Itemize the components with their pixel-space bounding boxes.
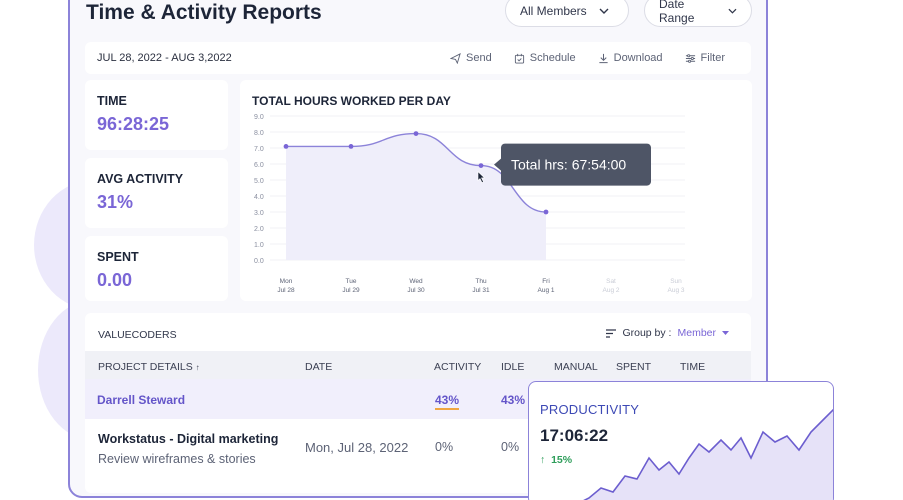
project-name: Workstatus - Digital marketing bbox=[98, 432, 279, 446]
group-by-label: Group by : bbox=[622, 327, 672, 339]
data-point bbox=[543, 209, 549, 215]
filter-label: Filter bbox=[700, 52, 725, 64]
spent-stat-value: 0.00 bbox=[97, 270, 133, 290]
members-dropdown[interactable]: All Members bbox=[505, 0, 629, 27]
y-tick-label: 6.0 bbox=[254, 162, 264, 169]
y-tick-label: 5.0 bbox=[254, 178, 264, 185]
productivity-sparkline bbox=[583, 408, 833, 500]
x-tick-date: Jul 29 bbox=[342, 287, 360, 294]
row-date: Mon, Jul 28, 2022 bbox=[305, 440, 409, 455]
calendar-icon bbox=[514, 53, 524, 64]
filter-button[interactable]: Filter bbox=[685, 52, 725, 64]
page-title: Time & Activity Reports bbox=[86, 1, 322, 24]
avg-activity-stat-value: 31% bbox=[97, 192, 134, 212]
time-stat-value: 96:28:25 bbox=[97, 114, 170, 134]
send-icon bbox=[450, 52, 461, 64]
tooltip-text: Total hrs: 67:54:00 bbox=[511, 157, 626, 173]
column-header-manual[interactable]: MANUAL bbox=[554, 361, 598, 373]
member-name[interactable]: Darrell Steward bbox=[97, 393, 185, 407]
x-tick-day: Mon bbox=[280, 278, 293, 285]
idle-value: 43% bbox=[501, 393, 526, 407]
y-tick-label: 8.0 bbox=[254, 130, 264, 137]
caret-down-icon bbox=[722, 330, 729, 335]
time-stat-card: TIME 96:28:25 bbox=[85, 80, 228, 150]
x-tick-date: Jul 28 bbox=[277, 287, 295, 294]
data-point bbox=[283, 144, 289, 149]
idle-value: 0% bbox=[501, 440, 520, 454]
table-header: PROJECT DETAILS ↑ DATE ACTIVITY IDLE MAN… bbox=[85, 351, 751, 379]
download-button[interactable]: Download bbox=[598, 52, 663, 64]
spent-stat-card: SPENT 0.00 bbox=[85, 236, 228, 301]
activity-value: 43% bbox=[435, 393, 460, 410]
y-tick-label: 3.0 bbox=[254, 210, 264, 217]
task-name: Review wireframes & stories bbox=[98, 452, 256, 466]
download-icon bbox=[599, 53, 608, 63]
chevron-down-icon bbox=[599, 8, 609, 14]
y-tick-label: 7.0 bbox=[254, 146, 264, 153]
x-tick-date: Jul 31 bbox=[472, 287, 490, 294]
y-tick-label: 0.0 bbox=[254, 258, 264, 265]
avg-activity-stat-label: AVG ACTIVITY bbox=[97, 172, 184, 186]
x-tick-date: Aug 1 bbox=[538, 287, 555, 294]
x-tick-day: Tue bbox=[346, 278, 357, 285]
group-by-value: Member bbox=[677, 327, 716, 339]
data-point bbox=[348, 144, 354, 149]
send-label: Send bbox=[466, 52, 492, 64]
chevron-down-icon bbox=[728, 8, 737, 14]
hours-line-chart: 9.0 8.0 7.0 6.0 5.0 4.0 3.0 2.0 1.0 0.0 Mon Jul 28 T… bbox=[254, 114, 685, 294]
report-toolbar: JUL 28, 2022 - AUG 3,2022 Send Schedule … bbox=[85, 42, 751, 74]
column-header-spent[interactable]: SPENT bbox=[616, 361, 651, 373]
members-dropdown-label: All Members bbox=[520, 3, 587, 18]
filter-icon bbox=[685, 53, 695, 63]
hours-chart-panel: TOTAL HOURS WORKED PER DAY 9.0 8.0 7.0 6.0 5… bbox=[240, 80, 752, 301]
x-tick-date: Aug 3 bbox=[668, 287, 685, 294]
spent-stat-label: SPENT bbox=[97, 250, 139, 264]
productivity-card: PRODUCTIVITY 17:06:22 ↑ 15% bbox=[528, 381, 834, 500]
column-header-idle[interactable]: IDLE bbox=[501, 361, 524, 373]
time-stat-label: TIME bbox=[97, 94, 127, 108]
date-range-dropdown[interactable]: Date Range bbox=[644, 0, 752, 27]
x-tick-day: Sun bbox=[670, 278, 682, 285]
y-tick-label: 9.0 bbox=[254, 114, 264, 121]
x-tick-day: Fri bbox=[542, 278, 550, 285]
x-tick-day: Sat bbox=[606, 278, 616, 285]
column-header-project[interactable]: PROJECT DETAILS ↑ bbox=[98, 361, 200, 373]
send-button[interactable]: Send bbox=[450, 52, 492, 64]
date-range-dropdown-label: Date Range bbox=[659, 0, 695, 25]
x-tick-date: Aug 2 bbox=[603, 287, 620, 294]
x-tick-date: Jul 30 bbox=[407, 287, 425, 294]
company-name: VALUECODERS bbox=[98, 329, 177, 341]
y-tick-label: 2.0 bbox=[254, 226, 264, 233]
activity-value: 0% bbox=[435, 440, 454, 454]
y-tick-label: 1.0 bbox=[254, 242, 264, 249]
data-point bbox=[478, 163, 484, 168]
download-label: Download bbox=[613, 52, 663, 64]
y-tick-label: 4.0 bbox=[254, 194, 264, 201]
schedule-button[interactable]: Schedule bbox=[514, 52, 576, 64]
x-tick-day: Wed bbox=[409, 278, 423, 285]
column-header-date[interactable]: DATE bbox=[305, 361, 332, 373]
column-header-activity[interactable]: ACTIVITY bbox=[434, 361, 481, 373]
sort-lines-icon bbox=[606, 328, 617, 338]
data-point bbox=[413, 131, 419, 136]
column-header-time[interactable]: TIME bbox=[680, 361, 705, 373]
schedule-label: Schedule bbox=[529, 52, 576, 64]
avg-activity-stat-card: AVG ACTIVITY 31% bbox=[85, 158, 228, 228]
group-by-control[interactable]: Group by : Member bbox=[606, 327, 729, 339]
date-range-text: JUL 28, 2022 - AUG 3,2022 bbox=[97, 52, 232, 64]
x-tick-day: Thu bbox=[475, 278, 487, 285]
